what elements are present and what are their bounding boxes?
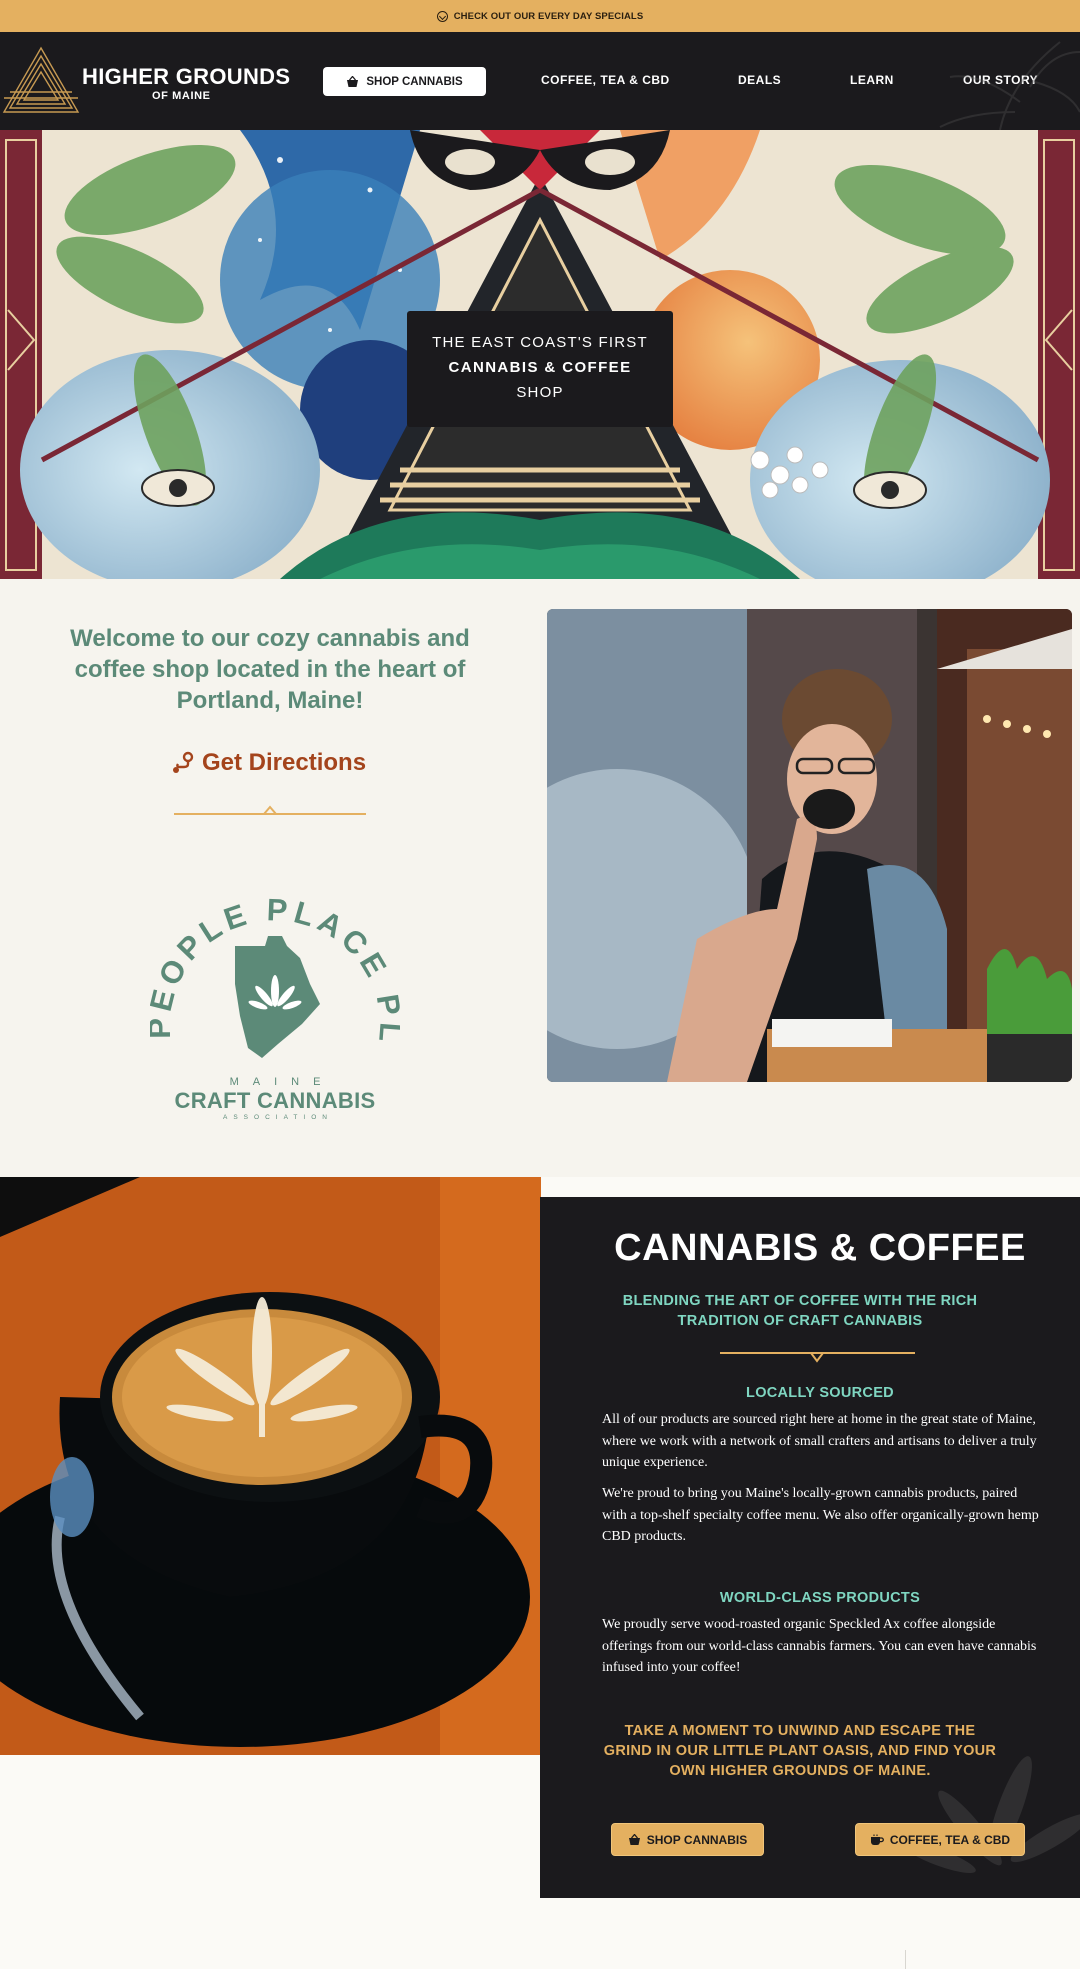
cannabis-latte-photo (0, 1177, 541, 1755)
welcome-section: Welcome to our cozy cannabis and coffee … (0, 579, 1080, 1177)
coffee-cup-icon (870, 1834, 884, 1845)
welcome-text: Welcome to our cozy cannabis and coffee … (70, 625, 470, 714)
specials-banner-text: CHECK OUT OUR EVERY DAY SPECIALS (453, 10, 644, 22)
get-directions-link[interactable]: Get Directions (170, 749, 366, 777)
divider-line (905, 1950, 906, 1969)
brand-title[interactable]: HIGHER GROUNDS (82, 64, 290, 90)
cc-subtitle: BLENDING THE ART OF COFFEE WITH THE RICH… (622, 1293, 978, 1329)
hero-banner: THE EAST COAST'S FIRST CANNABIS & COFFEE… (0, 130, 1080, 579)
shop-cannabis-cta-button[interactable]: SHOP CANNABIS (611, 1823, 764, 1856)
route-icon (173, 751, 194, 773)
shop-cannabis-button[interactable]: SHOP CANNABIS (323, 67, 486, 96)
shop-cannabis-cta-label: SHOP CANNABIS (646, 1832, 748, 1847)
specials-banner[interactable]: CHECK OUT OUR EVERY DAY SPECIALS (0, 0, 1080, 32)
hero-line-3: SHOP (516, 384, 564, 401)
basket-icon (628, 1833, 640, 1845)
cc-title: CANNABIS & COFFEE (614, 1227, 1026, 1269)
customer-photo (547, 609, 1072, 1082)
coffee-tea-cbd-cta-button[interactable]: COFFEE, TEA & CBD (855, 1823, 1025, 1856)
nav-coffee-tea-cbd[interactable]: COFFEE, TEA & CBD (541, 73, 670, 87)
locally-sourced-heading: LOCALLY SOURCED (746, 1385, 894, 1401)
check-circle-icon (436, 10, 448, 22)
badge-maine: MAINE (229, 1076, 335, 1088)
badge-craft-cannabis: CRAFT CANNABIS (174, 1088, 376, 1113)
latte-art-image (0, 1177, 541, 1755)
hero-tagline-box: THE EAST COAST'S FIRST CANNABIS & COFFEE… (407, 311, 673, 427)
shop-cannabis-label: SHOP CANNABIS (366, 75, 463, 88)
hero-line-1: THE EAST COAST'S FIRST (432, 334, 648, 351)
locally-sourced-p1: All of our products are sourced right he… (602, 1412, 1037, 1470)
triangle-logo-icon[interactable] (2, 44, 80, 116)
site-header: HIGHER GROUNDS OF MAINE SHOP CANNABIS CO… (0, 32, 1080, 130)
cannabis-coffee-panel: CANNABIS & COFFEE BLENDING THE ART OF CO… (540, 1197, 1080, 1898)
customer-drinking-coffee-image (547, 609, 1072, 1082)
coffee-tea-cbd-cta-label: COFFEE, TEA & CBD (889, 1832, 1011, 1847)
badge-association: ASSOCIATION (223, 1114, 333, 1121)
world-class-p1: We proudly serve wood-roasted organic Sp… (602, 1617, 1037, 1675)
locally-sourced-p2: We're proud to bring you Maine's locally… (602, 1486, 1039, 1544)
get-directions-label: Get Directions (202, 749, 367, 776)
hero-line-2: CANNABIS & COFFEE (448, 359, 632, 376)
nav-deals[interactable]: DEALS (738, 73, 781, 87)
world-class-heading: WORLD-CLASS PRODUCTS (719, 1590, 921, 1606)
ornament-divider (174, 805, 366, 815)
leaf-decoration (939, 41, 1080, 130)
ornament-divider (720, 1352, 915, 1363)
basket-icon (347, 75, 359, 87)
brand-subtitle[interactable]: OF MAINE (152, 90, 211, 102)
